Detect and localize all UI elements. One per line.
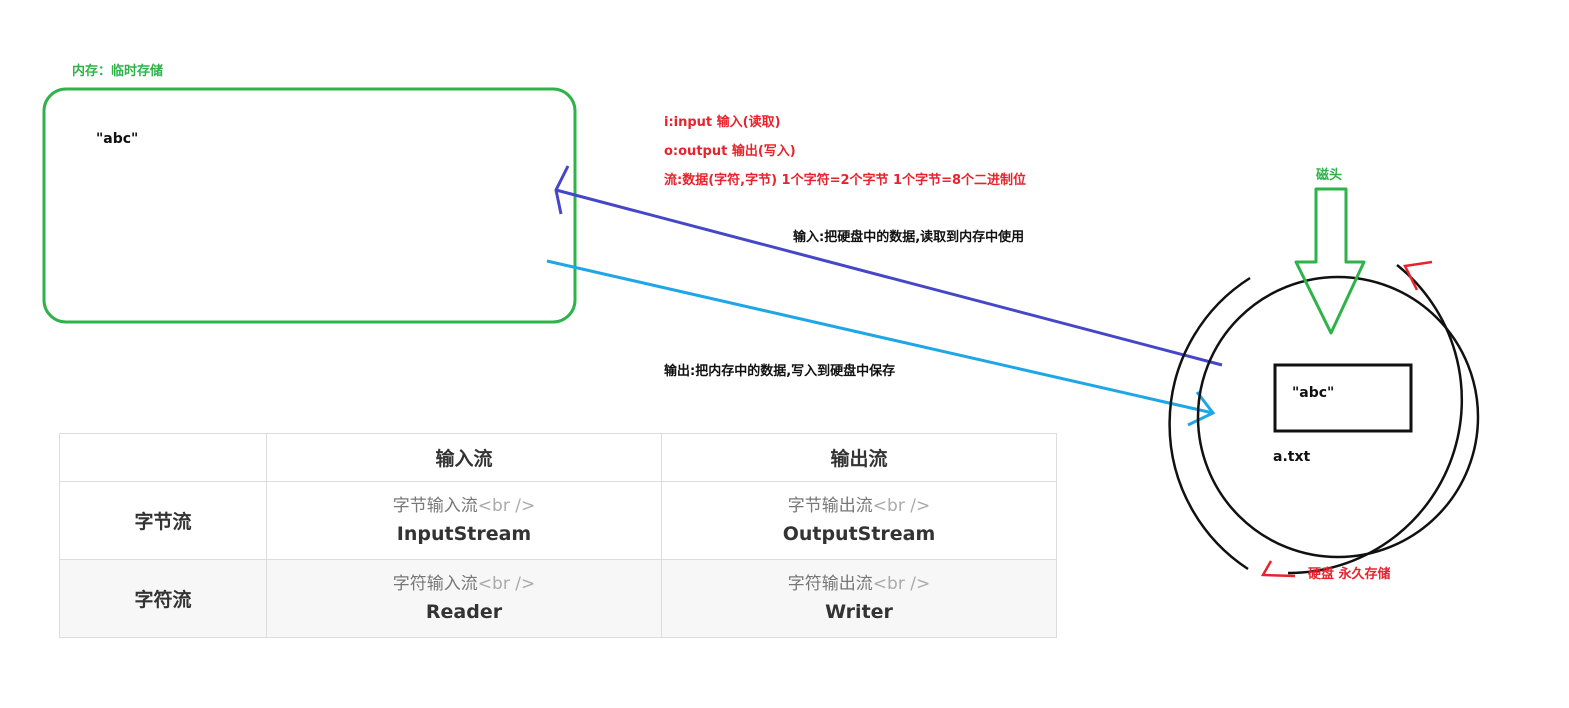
- memory-value: "abc": [96, 131, 139, 147]
- read-arrow: [554, 165, 1223, 367]
- cell-caption: 字节输入流: [392, 495, 478, 516]
- table-cell: 字符输出流<br /> Writer: [661, 559, 1057, 638]
- cell-tag: <br />: [872, 573, 931, 594]
- disk-head-arrow-icon: [1294, 187, 1366, 335]
- cell-class-name: OutputStream: [782, 522, 936, 545]
- write-arrow: [546, 259, 1216, 427]
- cell-tag: <br />: [477, 495, 536, 516]
- table-row: 字符流 字符输入流<br /> Reader 字符输出流<br /> Write…: [59, 559, 1057, 638]
- file-name: a.txt: [1273, 449, 1311, 465]
- cell-caption: 字节输出流: [787, 495, 873, 516]
- memory-box: [42, 87, 577, 324]
- cell-class-name: Reader: [425, 600, 503, 623]
- cell-caption: 字符输出流: [787, 573, 873, 594]
- table-header-output: 输出流: [661, 433, 1057, 482]
- table-row-label: 字节流: [59, 481, 267, 560]
- disk-file-value: "abc": [1292, 385, 1335, 401]
- write-arrow-label: 输出:把内存中的数据,写入到硬盘中保存: [664, 364, 896, 379]
- cell-class-name: InputStream: [396, 522, 532, 545]
- table-header-input: 输入流: [266, 433, 662, 482]
- note-output: o:output 输出(写入): [664, 144, 796, 159]
- note-stream: 流:数据(字符,字节) 1个字符=2个字节 1个字节=8个二进制位: [664, 173, 1027, 188]
- disk-label: 硬盘 永久存储: [1308, 567, 1391, 582]
- table-cell: 字符输入流<br /> Reader: [266, 559, 662, 638]
- note-input: i:input 输入(读取): [664, 115, 781, 130]
- table-corner-cell: [59, 433, 267, 482]
- memory-label: 内存：临时存储: [72, 64, 164, 79]
- stream-table: 输入流 输出流 字节流 字节输入流<br /> InputStream 字节输出…: [59, 433, 1057, 638]
- cell-tag: <br />: [477, 573, 536, 594]
- table-cell: 字节输入流<br /> InputStream: [266, 481, 662, 560]
- disk-head-label: 磁头: [1316, 168, 1343, 183]
- cell-tag: <br />: [872, 495, 931, 516]
- cell-class-name: Writer: [825, 600, 893, 623]
- table-row: 字节流 字节输入流<br /> InputStream 字节输出流<br /> …: [59, 481, 1057, 560]
- table-cell: 字节输出流<br /> OutputStream: [661, 481, 1057, 560]
- disk-outer-ring: [1168, 276, 1251, 571]
- read-arrow-label: 输入:把硬盘中的数据,读取到内存中使用: [793, 230, 1025, 245]
- table-header-row: 输入流 输出流: [59, 433, 1057, 482]
- cell-caption: 字符输入流: [392, 573, 478, 594]
- table-row-label: 字符流: [59, 559, 267, 638]
- disk-outer-ring-right: [1287, 264, 1464, 575]
